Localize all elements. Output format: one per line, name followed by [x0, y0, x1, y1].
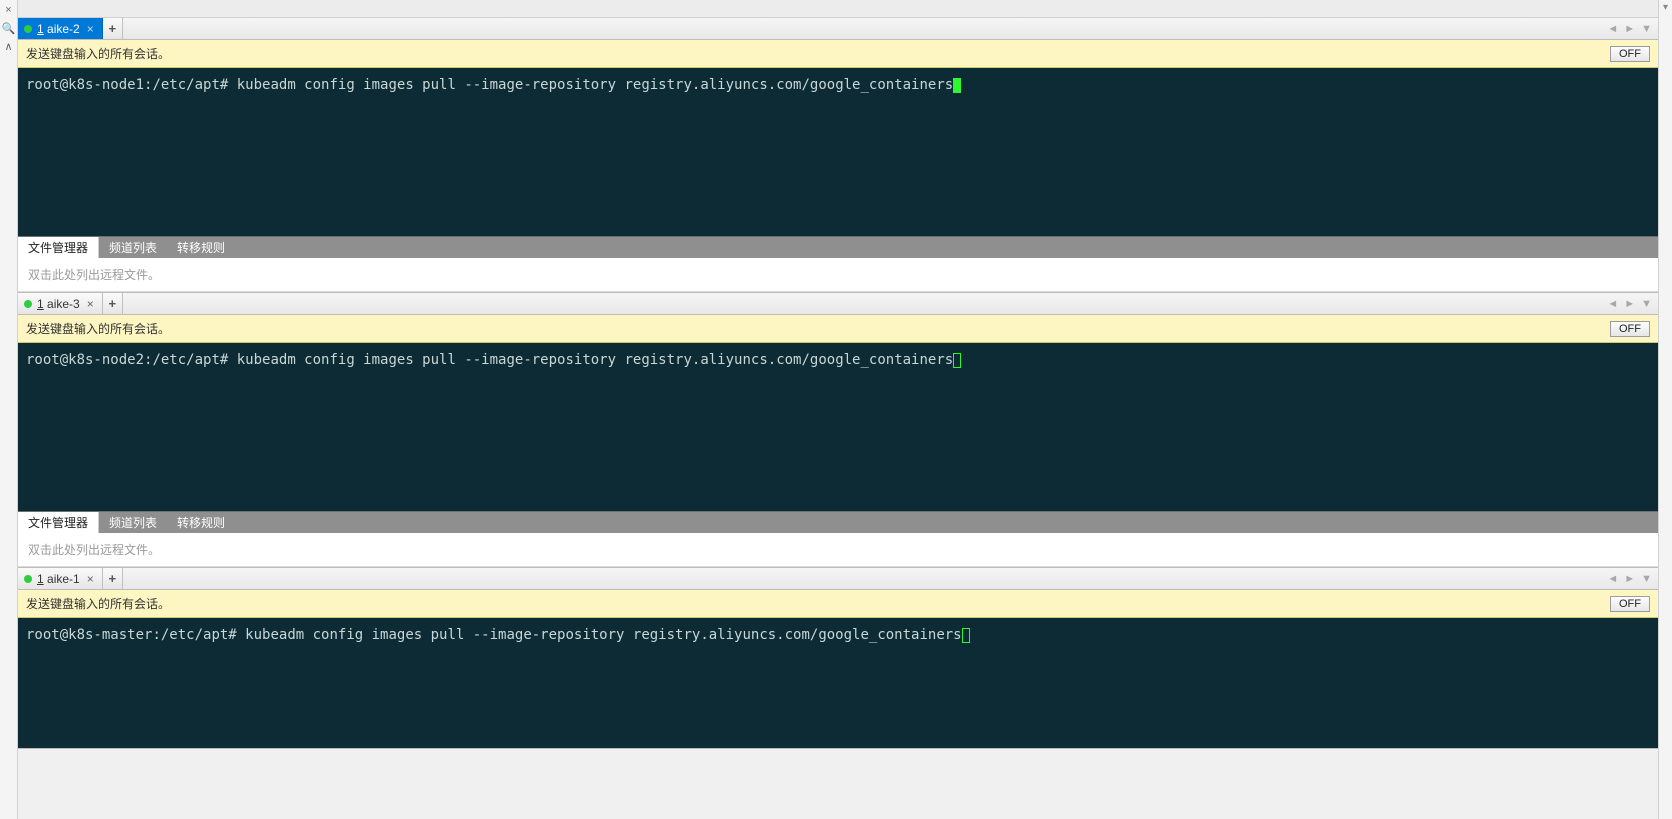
close-tab-icon[interactable]: × [85, 297, 96, 311]
broadcast-message: 发送键盘输入的所有会话。 [26, 595, 170, 612]
add-tab-button[interactable]: + [103, 293, 123, 314]
bottom-tab-strip: 文件管理器 频道列表 转移规则 [18, 236, 1658, 258]
broadcast-off-button[interactable]: OFF [1610, 321, 1650, 337]
bottom-tab-strip: 文件管理器 频道列表 转移规则 [18, 511, 1658, 533]
status-dot-icon [24, 25, 32, 33]
terminal-cursor [953, 353, 961, 368]
status-dot-icon [24, 300, 32, 308]
terminal-cursor [962, 628, 970, 643]
session-tab-aike-1[interactable]: 1 aike-1 × [18, 568, 103, 589]
close-tab-icon[interactable]: × [85, 572, 96, 586]
terminal-cursor [953, 78, 961, 93]
tab-nav-down-icon[interactable]: ▼ [1639, 298, 1654, 310]
broadcast-bar: 发送键盘输入的所有会话。 OFF [18, 40, 1658, 68]
broadcast-bar: 发送键盘输入的所有会话。 OFF [18, 590, 1658, 618]
tab-file-manager[interactable]: 文件管理器 [18, 237, 99, 258]
tab-nav-down-icon[interactable]: ▼ [1639, 23, 1654, 35]
terminal[interactable]: root@k8s-node1:/etc/apt# kubeadm config … [18, 68, 1658, 236]
prompt-user: root@k8s-node2 [26, 352, 144, 368]
tab-transfer-rules[interactable]: 转移规则 [167, 512, 235, 533]
tab-strip: 1 aike-2 × + ◄ ► ▼ [18, 18, 1658, 40]
session-pane: 1 aike-3 × + ◄ ► ▼ 发送键盘输入的所有会话。 OFF root… [18, 293, 1658, 568]
broadcast-off-button[interactable]: OFF [1610, 46, 1650, 62]
terminal-command: kubeadm config images pull --image-repos… [245, 627, 961, 643]
tab-accelerator: 1 [37, 572, 44, 586]
tab-nav-right-icon[interactable]: ► [1622, 23, 1637, 35]
prompt-path: :/etc/apt# [152, 627, 236, 643]
search-icon[interactable]: 🔍 [1, 20, 17, 36]
tab-accelerator: 1 [37, 297, 44, 311]
left-gutter: × 🔍 ∧ [0, 0, 18, 819]
tab-nav-right-icon[interactable]: ► [1622, 298, 1637, 310]
file-manager-hint[interactable]: 双击此处列出远程文件。 [18, 533, 1658, 567]
session-tab-aike-3[interactable]: 1 aike-3 × [18, 293, 103, 314]
add-tab-button[interactable]: + [103, 568, 123, 589]
tab-transfer-rules[interactable]: 转移规则 [167, 237, 235, 258]
prompt-user: root@k8s-node1 [26, 77, 144, 93]
session-pane: 1 aike-2 × + ◄ ► ▼ 发送键盘输入的所有会话。 OFF root… [18, 18, 1658, 293]
close-tab-icon[interactable]: × [85, 22, 96, 36]
tab-accelerator: 1 [37, 22, 44, 36]
jump-icon[interactable]: ∧ [1, 38, 17, 54]
prompt-user: root@k8s-master [26, 627, 152, 643]
tab-nav-left-icon[interactable]: ◄ [1605, 573, 1620, 585]
tab-strip: 1 aike-1 × + ◄ ► ▼ [18, 568, 1658, 590]
session-tab-aike-2[interactable]: 1 aike-2 × [18, 18, 103, 39]
terminal-command: kubeadm config images pull --image-repos… [237, 352, 953, 368]
main-column: 1 aike-2 × + ◄ ► ▼ 发送键盘输入的所有会话。 OFF root… [18, 0, 1658, 819]
add-tab-button[interactable]: + [103, 18, 123, 39]
terminal[interactable]: root@k8s-master:/etc/apt# kubeadm config… [18, 618, 1658, 748]
broadcast-message: 发送键盘输入的所有会话。 [26, 320, 170, 337]
status-dot-icon [24, 575, 32, 583]
tab-nav-left-icon[interactable]: ◄ [1605, 23, 1620, 35]
tab-nav-left-icon[interactable]: ◄ [1605, 298, 1620, 310]
tab-strip: 1 aike-3 × + ◄ ► ▼ [18, 293, 1658, 315]
prompt-path: :/etc/apt# [144, 77, 228, 93]
session-pane: 1 aike-1 × + ◄ ► ▼ 发送键盘输入的所有会话。 OFF root… [18, 568, 1658, 749]
tab-channel-list[interactable]: 频道列表 [99, 237, 167, 258]
terminal-command: kubeadm config images pull --image-repos… [237, 77, 953, 93]
prompt-path: :/etc/apt# [144, 352, 228, 368]
terminal[interactable]: root@k8s-node2:/etc/apt# kubeadm config … [18, 343, 1658, 511]
broadcast-message: 发送键盘输入的所有会话。 [26, 45, 170, 62]
tab-label: aike-2 [47, 22, 80, 36]
tab-nav-arrows: ◄ ► ▼ [1605, 18, 1658, 39]
tab-nav-arrows: ◄ ► ▼ [1605, 293, 1658, 314]
tab-channel-list[interactable]: 频道列表 [99, 512, 167, 533]
right-gutter: ▾ [1658, 0, 1672, 819]
close-icon[interactable]: × [1, 2, 17, 18]
tab-nav-arrows: ◄ ► ▼ [1605, 568, 1658, 589]
broadcast-off-button[interactable]: OFF [1610, 596, 1650, 612]
tab-label: aike-3 [47, 297, 80, 311]
tab-label: aike-1 [47, 572, 80, 586]
tab-nav-down-icon[interactable]: ▼ [1639, 573, 1654, 585]
broadcast-bar: 发送键盘输入的所有会话。 OFF [18, 315, 1658, 343]
tab-nav-right-icon[interactable]: ► [1622, 573, 1637, 585]
tab-file-manager[interactable]: 文件管理器 [18, 512, 99, 533]
file-manager-hint[interactable]: 双击此处列出远程文件。 [18, 258, 1658, 292]
title-bar [18, 0, 1658, 18]
right-dropdown-icon[interactable]: ▾ [1663, 2, 1668, 13]
